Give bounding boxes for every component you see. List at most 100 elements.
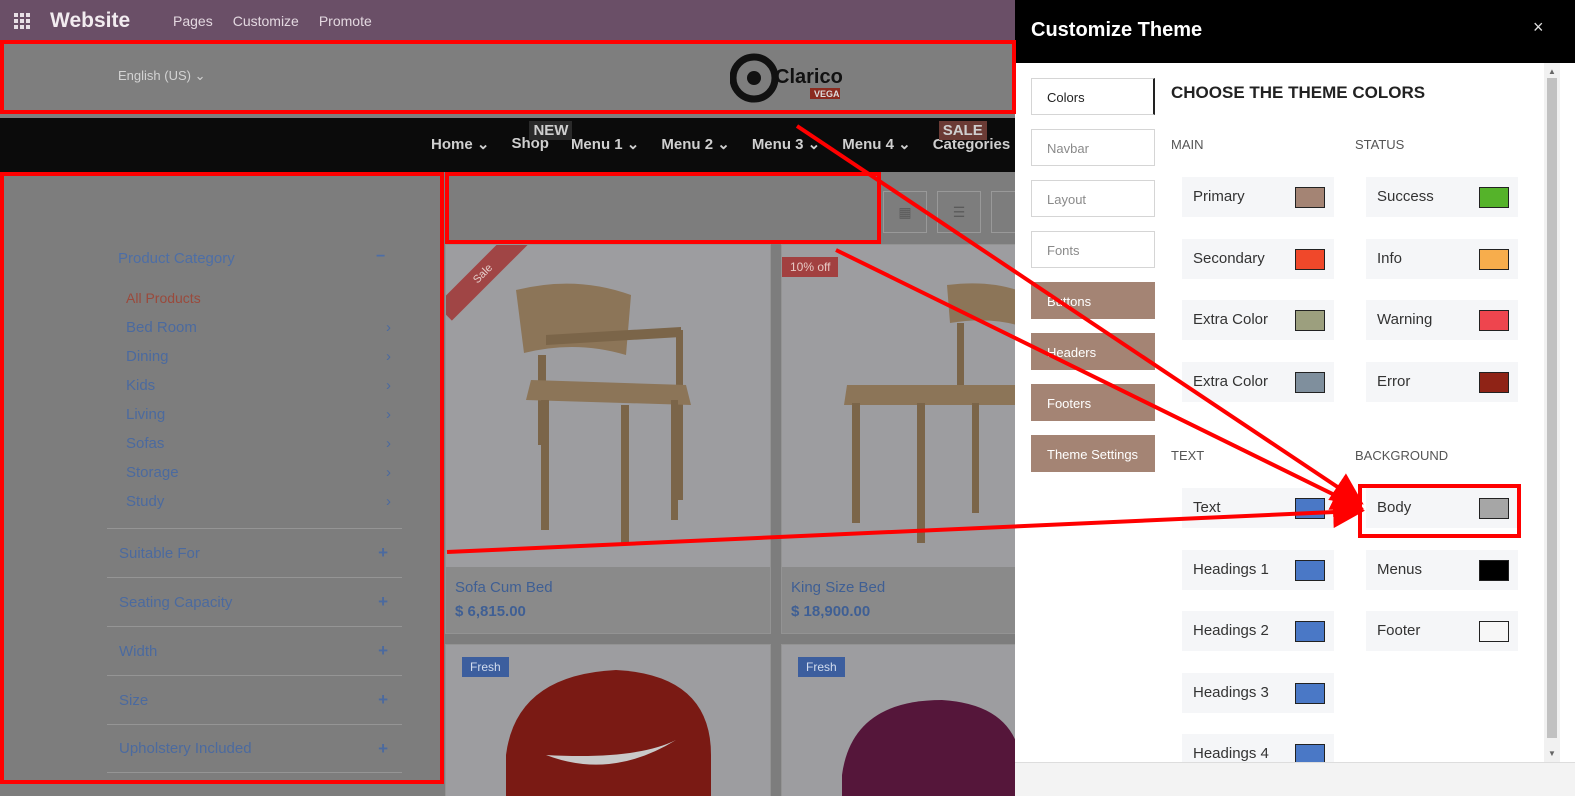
plus-icon: +: [378, 543, 388, 562]
color-option-body[interactable]: Body: [1366, 488, 1518, 528]
category-item[interactable]: Kids ›: [126, 377, 391, 406]
color-swatch[interactable]: [1295, 498, 1325, 519]
color-swatch[interactable]: [1479, 371, 1509, 393]
color-label: Footer: [1377, 622, 1421, 640]
logo-text: Clarico: [775, 66, 843, 88]
color-swatch[interactable]: [1479, 248, 1509, 270]
product-category-title[interactable]: Product Category: [118, 250, 235, 267]
tab-colors[interactable]: Colors: [1031, 78, 1155, 115]
color-option-secondary[interactable]: Secondary: [1182, 238, 1334, 279]
tab-footers[interactable]: Footers: [1031, 384, 1155, 421]
color-swatch[interactable]: [1295, 187, 1325, 208]
color-swatch[interactable]: [1295, 682, 1325, 704]
menu-pages[interactable]: Pages: [173, 13, 213, 29]
color-label: Headings 4: [1193, 745, 1269, 763]
color-swatch[interactable]: [1295, 559, 1325, 581]
tab-layout[interactable]: Layout: [1031, 180, 1155, 217]
product-card[interactable]: Sale Sofa Cum Bed $ 6,815.00: [445, 244, 771, 634]
color-label: Extra Color: [1193, 311, 1269, 329]
color-swatch[interactable]: [1479, 310, 1509, 332]
filter-upholstery-included[interactable]: Upholstery Included +: [107, 724, 402, 773]
product-name[interactable]: Sofa Cum Bed: [455, 579, 553, 596]
color-option-warning[interactable]: Warning: [1366, 300, 1518, 341]
color-option-headings-3[interactable]: Headings 3: [1182, 672, 1334, 713]
color-option-error[interactable]: Error: [1366, 361, 1518, 402]
color-swatch[interactable]: [1479, 498, 1509, 519]
nav-menu-1[interactable]: Menu 1 ⌄: [571, 135, 639, 153]
color-option-success[interactable]: Success: [1366, 177, 1518, 217]
color-label: Error: [1377, 372, 1411, 390]
color-option-info[interactable]: Info: [1366, 238, 1518, 279]
filter-seating-capacity[interactable]: Seating Capacity +: [107, 577, 402, 626]
product-image[interactable]: [446, 245, 770, 567]
grid-view-icon[interactable]: ▦: [883, 191, 927, 233]
color-option-extra-color[interactable]: Extra Color: [1182, 361, 1334, 402]
menu-promote[interactable]: Promote: [319, 13, 372, 29]
category-item[interactable]: Bed Room ›: [126, 319, 391, 348]
sort-button[interactable]: [991, 191, 1017, 233]
tab-buttons[interactable]: Buttons: [1031, 282, 1155, 319]
color-option-extra-color[interactable]: Extra Color: [1182, 300, 1334, 341]
logo-sub: VEGA: [814, 89, 840, 99]
chevron-right-icon: ›: [386, 493, 391, 510]
panel-scrollbar[interactable]: ▲ ▼: [1544, 63, 1560, 763]
color-label: Secondary: [1193, 249, 1265, 267]
color-swatch[interactable]: [1479, 559, 1509, 581]
color-option-headings-2[interactable]: Headings 2: [1182, 611, 1334, 652]
color-label: Text: [1193, 499, 1221, 516]
apps-grid-icon[interactable]: [14, 13, 32, 29]
nav-categories[interactable]: SALECategories ⌄: [933, 121, 1027, 153]
product-card[interactable]: Fresh: [781, 644, 1021, 796]
color-swatch[interactable]: [1479, 187, 1509, 208]
list-view-icon[interactable]: ☰: [937, 191, 981, 233]
product-card[interactable]: 10% off King Size Bed $ 18,900.00: [781, 244, 1021, 634]
color-swatch[interactable]: [1295, 621, 1325, 643]
product-image[interactable]: [782, 245, 1020, 567]
category-list: All Products Bed Room › Dining › Kids › Liv…: [126, 290, 391, 522]
section-background: BACKGROUND: [1355, 448, 1449, 463]
scroll-up-icon[interactable]: ▲: [1548, 67, 1556, 76]
scroll-down-icon[interactable]: ▼: [1548, 749, 1556, 758]
site-header: English (US) ⌄ Clarico VEGA: [0, 42, 1015, 118]
language-selector[interactable]: English (US) ⌄: [118, 68, 206, 84]
clarico-logo[interactable]: Clarico VEGA: [730, 52, 848, 104]
color-swatch[interactable]: [1295, 310, 1325, 332]
tab-headers[interactable]: Headers: [1031, 333, 1155, 370]
color-option-footer[interactable]: Footer: [1366, 611, 1518, 652]
filter-size[interactable]: Size +: [107, 675, 402, 724]
category-item[interactable]: Dining ›: [126, 348, 391, 377]
color-option-menus[interactable]: Menus: [1366, 549, 1518, 590]
tab-theme-settings[interactable]: Theme Settings: [1031, 435, 1155, 472]
chevron-right-icon: ›: [386, 377, 391, 394]
menu-customize[interactable]: Customize: [233, 13, 299, 29]
category-item[interactable]: Living ›: [126, 406, 391, 435]
category-item[interactable]: Storage ›: [126, 464, 391, 493]
collapse-icon[interactable]: −: [376, 248, 385, 266]
product-name[interactable]: King Size Bed: [791, 579, 885, 596]
color-option-headings-1[interactable]: Headings 1: [1182, 549, 1334, 590]
nav-home[interactable]: Home ⌄: [431, 135, 489, 153]
color-swatch[interactable]: [1479, 621, 1509, 643]
tab-navbar[interactable]: Navbar: [1031, 129, 1155, 166]
scroll-thumb[interactable]: [1547, 78, 1557, 738]
product-card[interactable]: Fresh: [445, 644, 771, 796]
category-item[interactable]: Sofas ›: [126, 435, 391, 464]
color-swatch[interactable]: [1295, 248, 1325, 270]
filter-suitable-for[interactable]: Suitable For +: [107, 528, 402, 577]
color-swatch[interactable]: [1295, 371, 1325, 393]
close-icon[interactable]: ×: [1533, 17, 1544, 38]
color-option-text[interactable]: Text: [1182, 488, 1334, 528]
nav-menu-4[interactable]: Menu 4 ⌄: [842, 135, 910, 153]
color-label: Info: [1377, 249, 1403, 267]
category-item[interactable]: Study ›: [126, 493, 391, 522]
nav-shop[interactable]: NEW Shop: [511, 121, 573, 153]
nav-menu-3[interactable]: Menu 3 ⌄: [752, 135, 820, 153]
chevron-right-icon: ›: [386, 464, 391, 481]
tab-fonts[interactable]: Fonts: [1031, 231, 1155, 268]
nav-menu-2[interactable]: Menu 2 ⌄: [661, 135, 729, 153]
color-label: Body: [1377, 499, 1412, 516]
color-option-primary[interactable]: Primary: [1182, 177, 1334, 217]
filter-width[interactable]: Width +: [107, 626, 402, 675]
panel-footer: [1015, 762, 1575, 796]
category-all-products[interactable]: All Products: [126, 290, 391, 319]
